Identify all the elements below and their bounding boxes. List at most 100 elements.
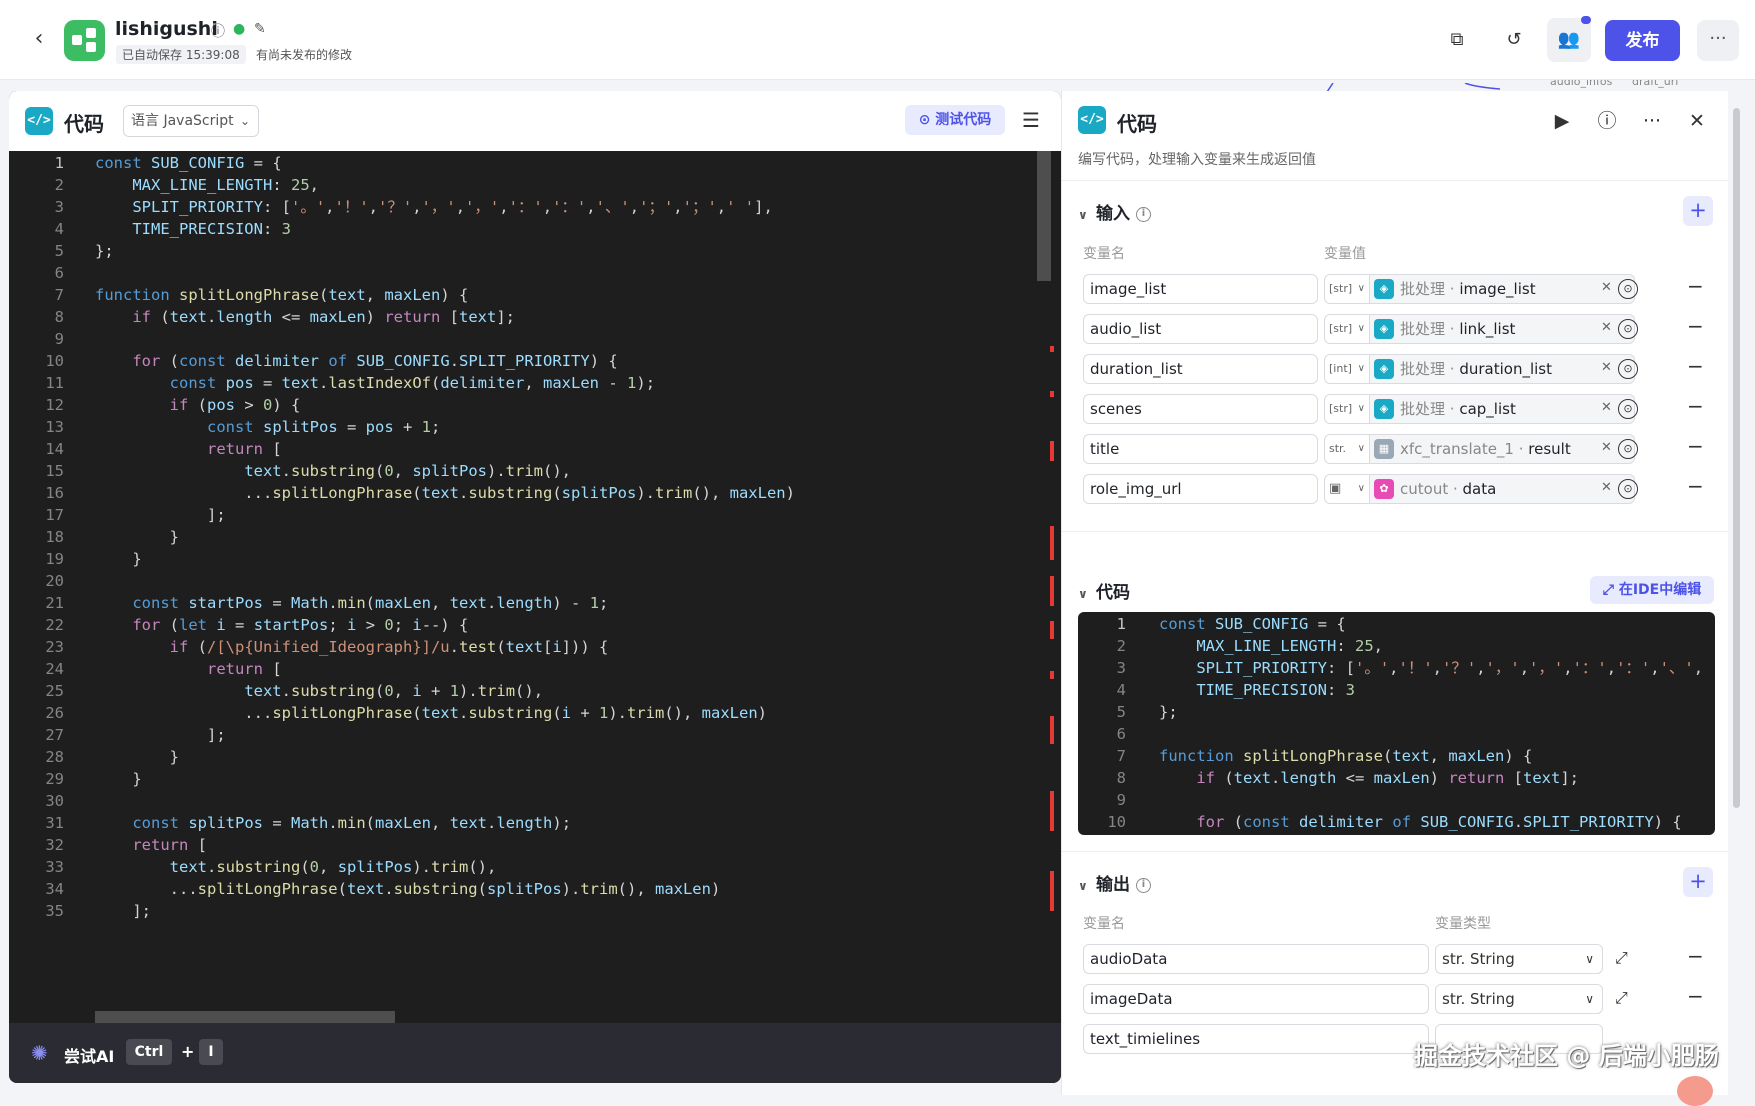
remove-icon[interactable]: − xyxy=(1687,354,1704,378)
edit-icon[interactable]: ✎ xyxy=(254,21,266,37)
test-code-button[interactable]: ⊙ 测试代码 xyxy=(905,105,1005,135)
horizontal-scrollbar[interactable] xyxy=(95,1011,395,1023)
clear-icon[interactable]: ✕ xyxy=(1601,360,1612,375)
output-section-header[interactable]: ∨ 输出 i xyxy=(1078,870,1151,895)
back-icon[interactable]: ‹ xyxy=(26,26,52,52)
code-preview[interactable]: 1 const SUB_CONFIG = { 2 MAX_LINE_LENGTH:… xyxy=(1078,612,1715,835)
remove-icon[interactable]: − xyxy=(1687,984,1704,1008)
cutout-node-icon: ✿ xyxy=(1374,479,1394,499)
remove-icon[interactable]: − xyxy=(1687,274,1704,298)
remove-icon[interactable]: − xyxy=(1687,314,1704,338)
code-editor[interactable]: 1 const SUB_CONFIG = { 2 MAX_LINE_LENGTH:… xyxy=(9,151,1061,1023)
remove-icon[interactable]: − xyxy=(1687,434,1704,458)
batch-node-icon: ◈ xyxy=(1374,399,1394,419)
language-select[interactable]: 语言 JavaScript ⌄ xyxy=(123,105,259,137)
section-title: 输入 xyxy=(1096,204,1130,224)
input-variable-name[interactable]: audio_list xyxy=(1083,314,1318,344)
input-type-select[interactable]: [str] ∨ xyxy=(1324,314,1370,344)
clear-icon[interactable]: ✕ xyxy=(1601,440,1612,455)
reference-field: image_list xyxy=(1459,280,1536,298)
collaborators-button[interactable]: 👥 xyxy=(1547,16,1591,62)
add-input-button[interactable]: + xyxy=(1683,196,1713,226)
reference-icon[interactable]: ⊙ xyxy=(1618,359,1638,379)
input-reference[interactable]: ✿ cutout · data xyxy=(1370,474,1635,504)
info-icon[interactable]: i xyxy=(1136,206,1151,222)
more-icon[interactable]: ··· xyxy=(1697,20,1739,61)
remove-icon[interactable]: − xyxy=(1687,944,1704,968)
input-reference[interactable]: ◈ 批处理 · image_list xyxy=(1370,274,1635,304)
diff-marker xyxy=(1050,871,1054,911)
input-reference[interactable]: ◈ 批处理 · cap_list xyxy=(1370,394,1635,424)
input-type-select[interactable]: [str] ∨ xyxy=(1324,394,1370,424)
vertical-scrollbar[interactable] xyxy=(1037,151,1051,281)
remove-icon[interactable]: − xyxy=(1687,394,1704,418)
reference-icon[interactable]: ⊙ xyxy=(1618,319,1638,339)
add-output-button[interactable]: + xyxy=(1683,867,1713,897)
output-variable-name[interactable]: text_timielines xyxy=(1083,1024,1429,1054)
type-label: str. String xyxy=(1442,950,1515,968)
input-variable-name[interactable]: role_img_url xyxy=(1083,474,1318,504)
publish-button[interactable]: 发布 xyxy=(1605,20,1680,61)
sparkle-icon: ✺ xyxy=(31,1041,48,1065)
clear-icon[interactable]: ✕ xyxy=(1601,400,1612,415)
info-icon[interactable]: i xyxy=(1136,877,1151,893)
input-variable-name[interactable]: duration_list xyxy=(1083,354,1318,384)
type-label: [str] xyxy=(1329,402,1353,415)
reference-field: duration_list xyxy=(1459,360,1552,378)
input-reference[interactable]: ◈ 批处理 · link_list xyxy=(1370,314,1635,344)
expand-icon: ⤢ xyxy=(1602,582,1614,598)
input-variable-name[interactable]: image_list xyxy=(1083,274,1318,304)
input-section-header[interactable]: ∨ 输入 i xyxy=(1078,199,1151,224)
more-icon[interactable]: ··· xyxy=(1637,106,1667,136)
clear-icon[interactable]: ✕ xyxy=(1601,320,1612,335)
input-reference[interactable]: ◈ 批处理 · duration_list xyxy=(1370,354,1635,384)
output-variable-name[interactable]: imageData xyxy=(1083,984,1429,1014)
output-variable-name[interactable]: audioData xyxy=(1083,944,1429,974)
line-number: 10 xyxy=(1107,813,1126,831)
reference-field: data xyxy=(1462,480,1497,498)
format-icon[interactable]: ☰ xyxy=(1017,106,1045,134)
reference-field: result xyxy=(1528,440,1571,458)
info-icon[interactable]: ⓘ xyxy=(211,21,225,41)
clear-icon[interactable]: ✕ xyxy=(1601,480,1612,495)
column-header: 变量名 xyxy=(1083,916,1125,932)
remove-icon[interactable]: − xyxy=(1687,474,1704,498)
output-type-select[interactable]: str. String ∨ xyxy=(1435,984,1603,1014)
expand-icon[interactable]: ⤢ xyxy=(1615,988,1628,1008)
reference-icon[interactable]: ⊙ xyxy=(1618,279,1638,299)
reference-icon[interactable]: ⊙ xyxy=(1618,479,1638,499)
try-ai-button[interactable]: 尝试AI xyxy=(64,1043,114,1067)
input-type-select[interactable]: [str] ∨ xyxy=(1324,274,1370,304)
reference-field: cap_list xyxy=(1459,400,1516,418)
diff-marker xyxy=(1050,391,1054,397)
reference-icon[interactable]: ⊙ xyxy=(1618,439,1638,459)
expand-icon[interactable]: ⤢ xyxy=(1615,948,1628,968)
input-variable-name[interactable]: scenes xyxy=(1083,394,1318,424)
input-reference[interactable]: ▦ xfc_translate_1 · result xyxy=(1370,434,1635,464)
diff-marker xyxy=(1050,526,1054,560)
type-label: [int] xyxy=(1329,362,1352,375)
chevron-down-icon: ∨ xyxy=(1357,323,1365,334)
code-section-header[interactable]: ∨ 代码 xyxy=(1078,578,1130,603)
assistant-avatar[interactable] xyxy=(1677,1076,1713,1106)
top-bar: ‹ lishigushi ⓘ ● ✎ 已自动保存 15:39:08 有尚未发布的… xyxy=(0,0,1755,80)
reference-field: link_list xyxy=(1459,320,1516,338)
app-logo xyxy=(64,20,105,61)
help-icon[interactable]: ⓘ xyxy=(1592,106,1622,136)
input-type-select[interactable]: str. ∨ xyxy=(1324,434,1370,464)
clear-icon[interactable]: ✕ xyxy=(1601,280,1612,295)
reference-source: 批处理 xyxy=(1400,360,1446,378)
watermark: 掘金技术社区 @ 后端小肥肠 xyxy=(1414,1042,1719,1070)
diff-marker xyxy=(1050,671,1054,679)
close-icon[interactable]: ✕ xyxy=(1682,106,1712,136)
input-variable-name[interactable]: title xyxy=(1083,434,1318,464)
run-icon[interactable]: ▶ xyxy=(1547,106,1577,136)
input-type-select[interactable]: [int] ∨ xyxy=(1324,354,1370,384)
panel-scrollbar[interactable] xyxy=(1733,108,1740,808)
input-type-select[interactable]: ▣ ∨ xyxy=(1324,474,1370,504)
reference-icon[interactable]: ⊙ xyxy=(1618,399,1638,419)
edit-in-ide-button[interactable]: ⤢ 在IDE中编辑 xyxy=(1590,576,1714,604)
output-type-select[interactable]: str. String ∨ xyxy=(1435,944,1603,974)
history-icon[interactable]: ↺ xyxy=(1500,26,1528,54)
copy-icon[interactable]: ⧉ xyxy=(1443,26,1471,54)
